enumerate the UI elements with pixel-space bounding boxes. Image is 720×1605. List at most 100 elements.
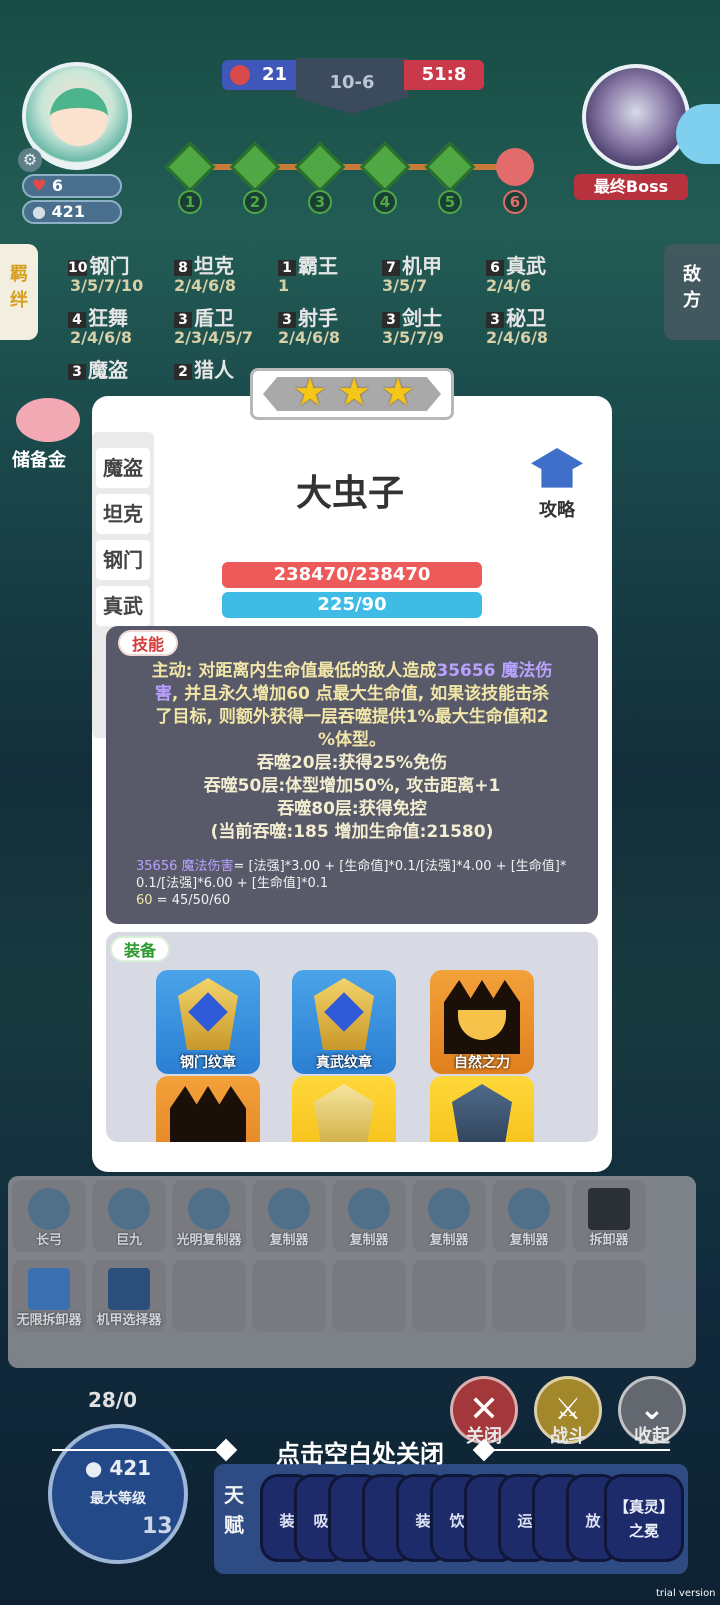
synergy-name: 霸王 <box>298 254 338 278</box>
skill-damage: 35656 魔法伤 <box>436 661 553 681</box>
synergy-item[interactable]: 3 剑士 <box>382 302 442 331</box>
trait-tab[interactable]: 钢门 <box>96 540 150 580</box>
skill-line: %体型。 <box>317 730 387 750</box>
equipment-item[interactable] <box>430 1076 534 1142</box>
synergy-item[interactable]: 1 霸王 <box>278 250 338 279</box>
item-inventory: 长弓 巨九 光明复制器 复制器 复制器 复制器 复制器 拆卸器 无限拆卸器 机甲… <box>8 1176 696 1368</box>
piggy-bank-icon[interactable] <box>16 398 80 442</box>
inventory-slot[interactable]: 复制器 <box>332 1180 406 1252</box>
formula-value: 60 <box>136 893 153 908</box>
inventory-slot-empty[interactable] <box>412 1260 486 1332</box>
synergy-name: 真武 <box>506 254 546 278</box>
synergy-count: 1 <box>278 259 296 276</box>
equipment-item[interactable] <box>156 1076 260 1142</box>
helmet-icon <box>314 1084 374 1142</box>
inventory-slot[interactable]: 光明复制器 <box>172 1180 246 1252</box>
synergy-name: 射手 <box>298 306 338 330</box>
round-value: 10-6 <box>329 72 375 93</box>
trait-tab[interactable]: 坦克 <box>96 494 150 534</box>
inventory-slot-empty[interactable] <box>492 1260 566 1332</box>
inventory-slot-empty[interactable] <box>572 1260 646 1332</box>
duplicator-icon <box>188 1188 230 1230</box>
synergy-name: 坦克 <box>194 254 234 278</box>
tab-synergy[interactable]: 羁绊 <box>0 244 38 340</box>
synergy-item[interactable]: 6 真武 <box>486 250 546 279</box>
crown-icon <box>170 1086 246 1142</box>
score-left-value: 21 <box>262 64 288 85</box>
trait-tab[interactable]: 真武 <box>96 586 150 626</box>
tab-enemy[interactable]: 敌方 <box>664 244 720 340</box>
synergy-levels: 2/4/6 <box>486 276 532 295</box>
stage-number: 6 <box>503 190 527 214</box>
inventory-slot[interactable]: 无限拆卸器 <box>12 1260 86 1332</box>
synergy-item[interactable]: 10 钢门 <box>68 250 129 279</box>
axe-icon <box>108 1188 150 1230</box>
boss-avatar[interactable] <box>582 64 690 170</box>
stage-number: 3 <box>308 190 332 214</box>
inventory-label: 复制器 <box>429 1233 469 1248</box>
score-right: 51:8 <box>404 60 484 90</box>
gear-icon[interactable]: ⚙ <box>18 148 42 172</box>
synergy-item[interactable]: 7 机甲 <box>382 250 442 279</box>
guide-button[interactable]: 攻略 <box>522 448 592 526</box>
equipment-label: 真武纹章 <box>316 1055 372 1071</box>
star-icon: ★ <box>380 370 416 414</box>
stage-number: 2 <box>243 190 267 214</box>
synergy-item[interactable]: 2 猎人 <box>174 354 234 383</box>
synergy-levels: 2/4/6/8 <box>174 276 237 295</box>
synergy-item[interactable]: 3 盾卫 <box>174 302 234 331</box>
talent-card-featured[interactable]: 【真灵】之冕 <box>604 1474 684 1562</box>
stage-number: 1 <box>178 190 202 214</box>
trait-tab[interactable]: 魔盗 <box>96 448 150 488</box>
synergy-levels: 2/4/6/8 <box>486 328 549 347</box>
inventory-slot[interactable]: 复制器 <box>252 1180 326 1252</box>
synergy-item[interactable]: 3 秘卫 <box>486 302 546 331</box>
synergy-name: 剑士 <box>402 306 442 330</box>
equipment-item[interactable]: 真武纹章 <box>292 970 396 1074</box>
piggy-bank-label: 储备金 <box>12 450 66 471</box>
skill-damage: 害 <box>154 684 172 704</box>
synergy-count: 3 <box>174 311 192 328</box>
inventory-slot-empty[interactable] <box>172 1260 246 1332</box>
inventory-slot[interactable]: 巨九 <box>92 1180 166 1252</box>
star-banner: ★ ★ ★ <box>250 368 454 420</box>
coin-value: 421 <box>51 202 85 221</box>
inventory-label: 巨九 <box>115 1233 142 1248</box>
duplicator-icon <box>508 1188 550 1230</box>
skill-text: 主动: 对距离内生命值最低的敌人造成 <box>151 661 437 681</box>
synergy-item[interactable]: 3 射手 <box>278 302 338 331</box>
skill-line: (当前吞噬:185 增加生命值:21580) <box>210 822 494 842</box>
inventory-slot[interactable]: 长弓 <box>12 1180 86 1252</box>
synergy-item[interactable]: 8 坦克 <box>174 250 234 279</box>
inventory-slot[interactable]: 机甲选择器 <box>92 1260 166 1332</box>
synergy-item[interactable]: 4 狂舞 <box>68 302 128 331</box>
synergy-name: 盾卫 <box>194 306 234 330</box>
inventory-slot[interactable]: 拆卸器 <box>572 1180 646 1252</box>
skill-text: 点最大生命值, 如果该技能击杀 <box>309 684 550 704</box>
stage-number: 5 <box>438 190 462 214</box>
score-right-value: 51:8 <box>421 64 467 85</box>
equipment-label: 自然之力 <box>454 1055 510 1071</box>
level-number: 13 <box>142 1514 173 1539</box>
equipment-item[interactable]: 钢门纹章 <box>156 970 260 1074</box>
synergy-item[interactable]: 3 魔盗 <box>68 354 128 383</box>
duplicator-icon <box>268 1188 310 1230</box>
inventory-slot-empty[interactable] <box>252 1260 326 1332</box>
inventory-label: 复制器 <box>509 1233 549 1248</box>
inventory-slot[interactable]: 复制器 <box>492 1180 566 1252</box>
synergy-name: 机甲 <box>402 254 442 278</box>
synergy-levels: 2/3/4/5/7 <box>174 328 254 347</box>
equipment-item[interactable]: 自然之力 <box>430 970 534 1074</box>
equipment-item[interactable] <box>292 1076 396 1142</box>
inventory-label: 机甲选择器 <box>96 1313 162 1328</box>
synergy-levels: 3/5/7/10 <box>70 276 144 295</box>
synergy-count: 6 <box>486 259 504 276</box>
formula-line: 60 = 45/50/60 <box>136 892 576 909</box>
inventory-slot[interactable]: 复制器 <box>412 1180 486 1252</box>
synergy-name: 狂舞 <box>88 306 128 330</box>
synergy-name: 魔盗 <box>88 358 128 382</box>
close-hint[interactable]: 点击空白处关闭 <box>0 1430 720 1470</box>
synergy-levels: 2/4/6/8 <box>278 328 341 347</box>
inventory-slot-empty[interactable] <box>332 1260 406 1332</box>
skill-line: 吞噬80层:获得免控 <box>277 799 427 819</box>
